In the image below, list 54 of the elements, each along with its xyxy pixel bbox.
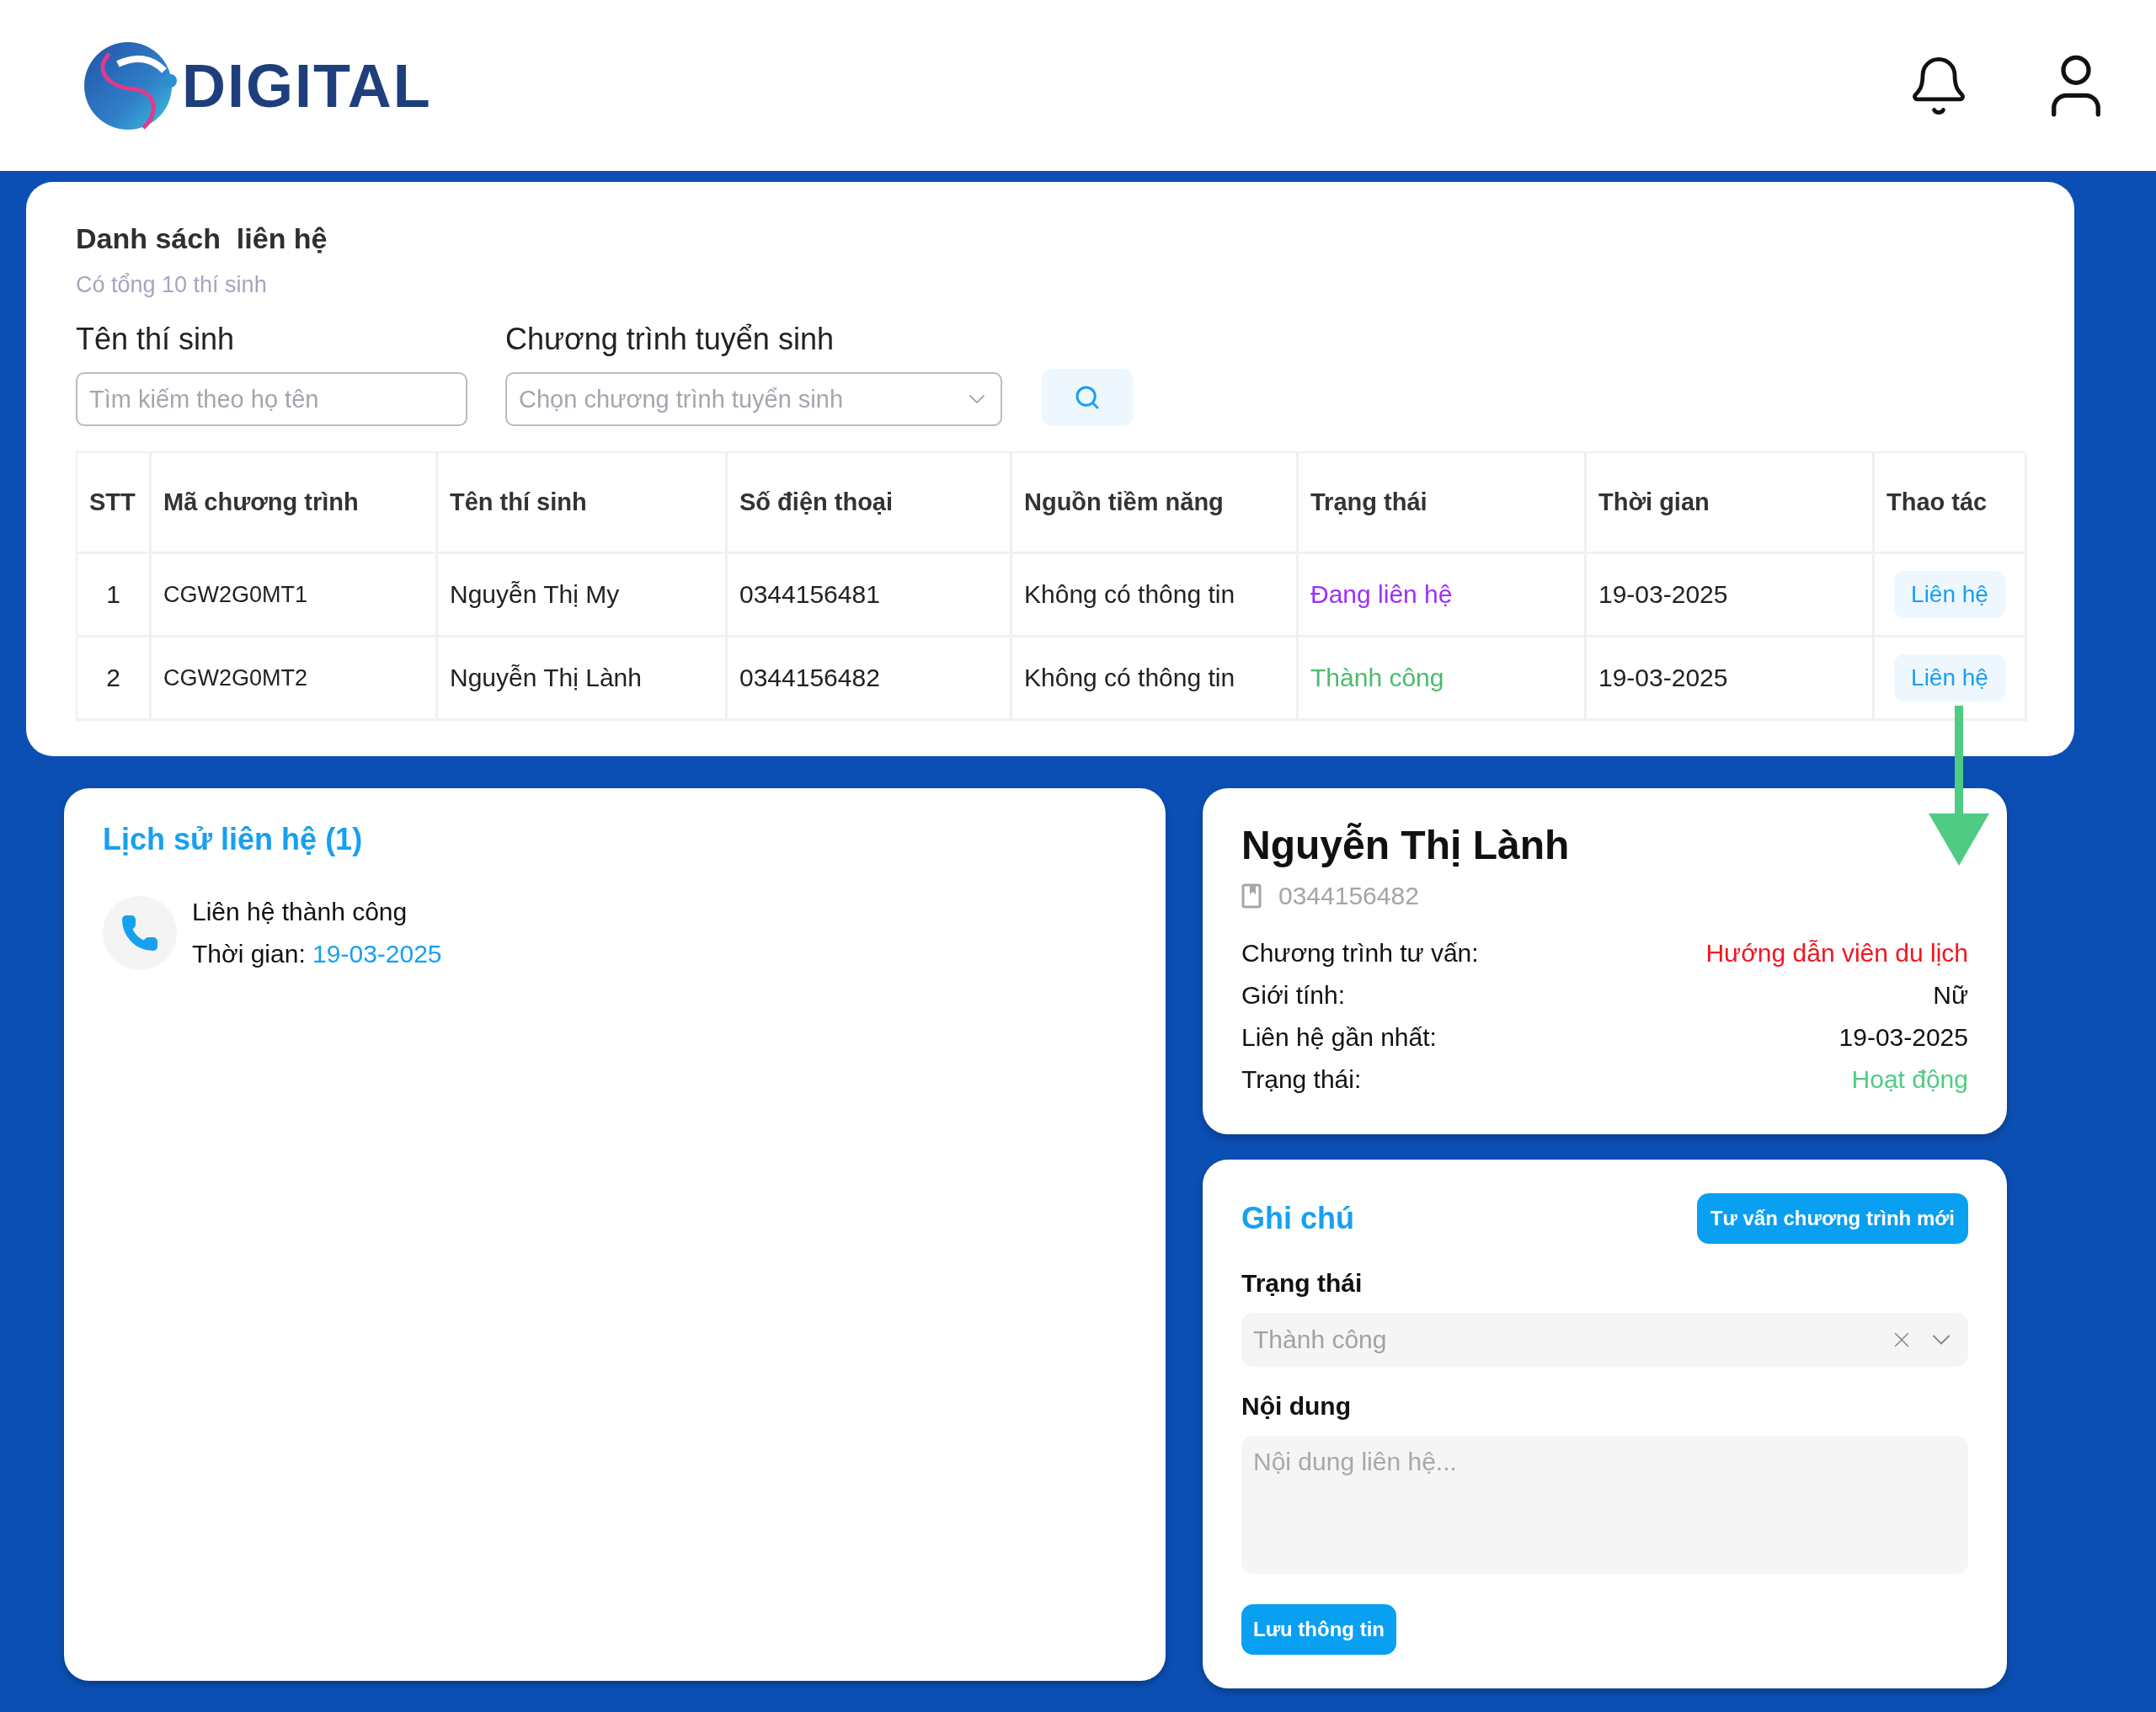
logo-text: DIGITAL — [182, 51, 432, 120]
table-cell: CGW2G0MT1 — [152, 554, 438, 637]
content-field[interactable]: Nội dung liên hệ... — [1241, 1436, 1968, 1574]
candidate-name: Nguyễn Thị Lành — [1241, 822, 1571, 868]
search-button[interactable] — [1042, 369, 1133, 426]
table-cell: CGW2G0MT2 — [152, 637, 438, 721]
page-title: Danh sách liên hệ — [76, 222, 328, 255]
column-header: Nguồn tiềm năng — [1012, 453, 1299, 554]
table-cell: Không có thông tin — [1012, 637, 1299, 721]
save-button[interactable]: Lưu thông tin — [1241, 1604, 1396, 1655]
notes-title: Ghi chú — [1241, 1201, 1354, 1236]
table-cell: Nguyễn Thị My — [438, 554, 728, 637]
column-header: STT — [77, 453, 152, 554]
name-search-field[interactable]: Tìm kiếm theo họ tên — [76, 372, 467, 426]
bookmark-icon — [1241, 883, 1262, 909]
status-cell: Đang liên hệ — [1299, 554, 1587, 637]
field-value: Nữ — [1933, 980, 1968, 1011]
program-select[interactable]: Chọn chương trình tuyển sinh — [505, 372, 1002, 426]
status-cell: Thành công — [1299, 637, 1587, 721]
table-cell: 1 — [77, 554, 152, 637]
column-header: Thời gian — [1587, 453, 1875, 554]
history-title: Lịch sử liên hệ (1) — [103, 822, 364, 857]
table-cell: 2 — [77, 637, 152, 721]
new-consult-button[interactable]: Tư vấn chương trình mới — [1696, 1193, 1968, 1244]
total-count: Có tổng 10 thí sinh — [76, 272, 268, 298]
status-label: Trạng thái — [1241, 1269, 1364, 1298]
column-header: Trạng thái — [1299, 453, 1587, 554]
field-label: Giới tính: — [1241, 980, 1346, 1011]
column-header: Thao tác — [1875, 453, 2027, 554]
field-label: Trạng thái: — [1241, 1064, 1362, 1095]
contact-button[interactable]: Liên hệ — [1894, 571, 2005, 618]
table-cell: Nguyễn Thị Lành — [438, 637, 728, 721]
table-cell: 19-03-2025 — [1587, 554, 1875, 637]
filter-label: Tên thí sinh — [76, 322, 236, 357]
field-label: Liên hệ gần nhất: — [1241, 1022, 1437, 1053]
status-select[interactable]: Thành công — [1241, 1313, 1968, 1367]
field-value: Hoạt động — [1851, 1064, 1968, 1095]
filter-label: Chương trình tuyển sinh — [505, 322, 835, 357]
column-header: Số điện thoại — [728, 453, 1012, 554]
candidate-phone: 0344156482 — [1278, 882, 1419, 910]
field-value: 19-03-2025 — [1838, 1022, 1968, 1053]
field-label: Chương trình tư vấn: — [1241, 938, 1479, 968]
contact-button[interactable]: Liên hệ — [1894, 654, 2005, 701]
table-cell: 0344156481 — [728, 554, 1012, 637]
column-header: Tên thí sinh — [438, 453, 728, 554]
history-entry-title: Liên hệ thành công — [192, 898, 408, 926]
history-entry-time: Thời gian: 19-03-2025 — [192, 940, 442, 968]
search-icon — [1074, 384, 1101, 411]
table-cell: 0344156482 — [728, 637, 1012, 721]
table-cell: Không có thông tin — [1012, 554, 1299, 637]
column-header: Mã chương trình — [152, 453, 438, 554]
field-value: Hướng dẫn viên du lịch — [1705, 938, 1968, 968]
content-label: Nội dung — [1241, 1392, 1352, 1421]
table-cell: 19-03-2025 — [1587, 637, 1875, 721]
